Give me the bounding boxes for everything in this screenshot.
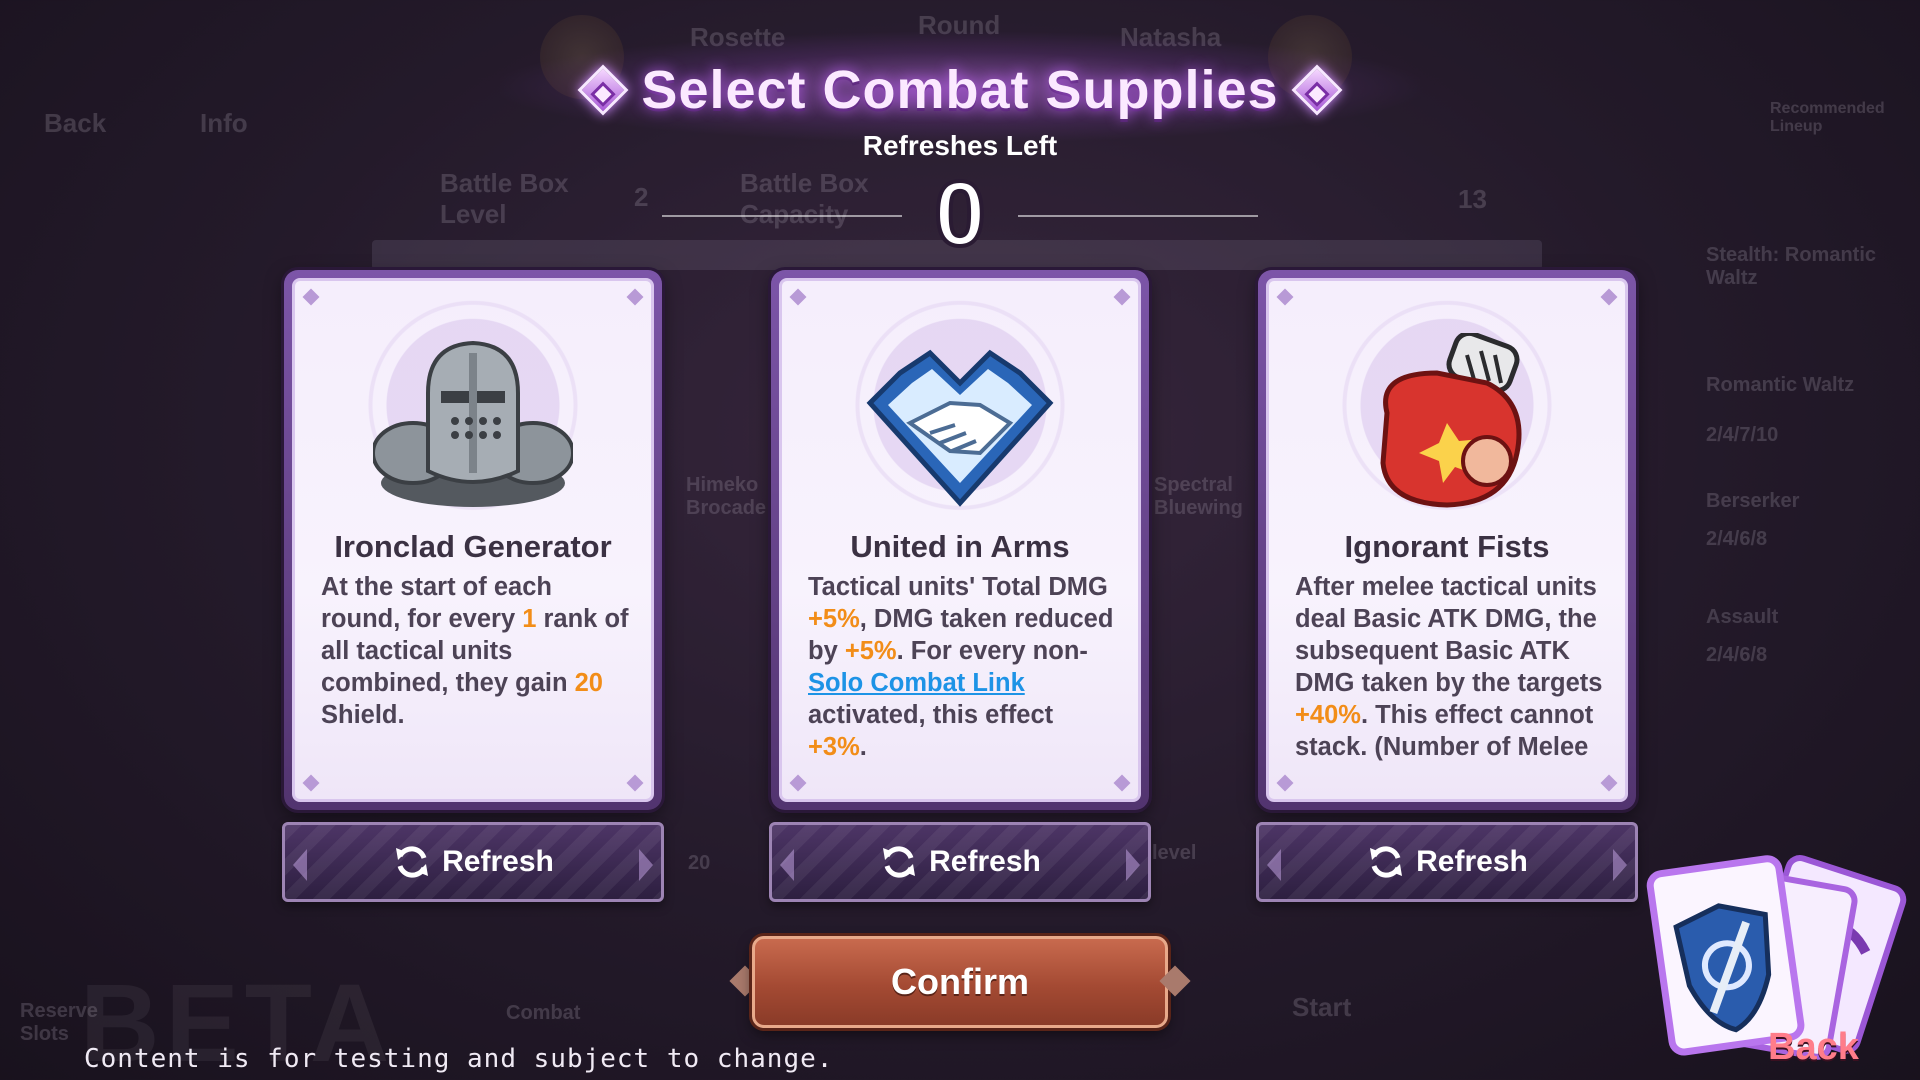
desc-text: At the start of each round, for every [321,573,552,633]
battle-box-capacity-label: Battle Box Capacity [740,168,869,229]
bg-level-label: level [1152,842,1197,864]
desc-highlight: 1 [522,605,537,633]
divider-left [662,215,902,217]
refreshes-left-count: 0 [932,163,987,265]
diamond-ornament-icon [1291,64,1343,116]
refreshes-left-label: Refreshes Left [862,130,1058,161]
refresh-button-card-3[interactable]: Refresh [1256,822,1638,902]
refresh-icon [883,846,916,878]
desc-highlight: 20 [574,669,603,697]
card-face: United in Arms Tactical units' Total DMG… [779,278,1141,802]
bg-right-list-2: 2/4/7/10 [1706,424,1779,446]
confirm-button[interactable]: Confirm [752,936,1168,1028]
bg-right-list-0: Stealth: Romantic Waltz [1706,244,1877,289]
back-button-label[interactable]: Back [1768,1026,1859,1069]
refresh-button-card-1[interactable]: Refresh [282,822,664,902]
corner-ornament [1113,288,1131,306]
corner-ornament [1276,288,1294,306]
arrow-left-ornament [780,849,794,881]
bg-right-list-3: Berserker [1706,490,1800,512]
desc-highlight: +40% [1295,701,1361,729]
bg-unit-left: Himeko Brocade [686,474,767,519]
card-title: United in Arms [850,529,1070,564]
page-title: Select Combat Supplies [641,60,1279,120]
bg-info-label: Info [200,108,248,138]
card-description: Tactical units' Total DMG +5%, DMG taken… [808,571,1118,787]
coin-count: 13 [1458,184,1487,214]
battle-box-level-value: 2 [634,182,649,212]
desc-text: Tactical units' Total DMG [808,573,1108,601]
desc-text: After melee tactical units deal Basic AT… [1295,573,1603,697]
back-button[interactable] [1612,836,1912,1076]
arrow-right-ornament [1126,849,1140,881]
bg-start-label: Start [1292,992,1352,1022]
card-description: At the start of each round, for every 1 … [321,571,631,787]
diamond-ornament-icon [577,64,629,116]
title-bar: Select Combat Supplies [560,50,1360,130]
desc-text: . [859,733,867,761]
corner-ornament [302,774,320,792]
refresh-button-label: Refresh [929,845,1041,878]
desc-text: activated, this effect [808,701,1054,729]
card-face: Ignorant Fists After melee tactical unit… [1266,278,1628,802]
bg-right-list-5: Assault [1706,606,1779,628]
armored-helmet-icon [295,333,651,523]
arrow-right-ornament [639,849,653,881]
bg-back-label: Back [44,108,107,138]
bg-misc-number: 20 [688,852,711,874]
corner-ornament [789,774,807,792]
refresh-button-label: Refresh [1416,845,1528,878]
bg-right-list-4: 2/4/6/8 [1706,528,1768,550]
refresh-icon [1370,846,1403,878]
bg-combat: Combat [506,1002,581,1024]
corner-ornament [302,288,320,306]
desc-text: . For every non- [896,637,1088,665]
corner-ornament [626,288,644,306]
arrow-left-ornament [1267,849,1281,881]
desc-highlight: +5% [808,605,860,633]
bg-right-list-1: Romantic Waltz [1706,374,1855,396]
refresh-icon [396,846,429,878]
card-description: After melee tactical units deal Basic AT… [1295,571,1605,787]
bg-recommend: Recommended Lineup [1770,100,1885,135]
supply-card-united-in-arms[interactable]: United in Arms Tactical units' Total DMG… [771,270,1149,810]
battle-box-level-label: Battle Box Level [440,168,569,229]
desc-text: Shield. [321,701,405,729]
desc-highlight: +5% [844,637,897,665]
supply-card-ironclad-generator[interactable]: Ironclad Generator At the start of each … [284,270,662,810]
divider-right [1018,215,1258,217]
corner-ornament [1600,288,1618,306]
refresh-button-card-2[interactable]: Refresh [769,822,1151,902]
card-title: Ignorant Fists [1344,529,1550,564]
arrow-left-ornament [293,849,307,881]
card-title: Ironclad Generator [334,529,612,564]
handshake-heart-icon [782,333,1138,523]
corner-ornament [789,288,807,306]
testing-disclaimer: Content is for testing and subject to ch… [84,1044,834,1074]
corner-ornament [1276,774,1294,792]
confirm-button-label: Confirm [891,961,1029,1002]
bg-right-list-6: 2/4/6/8 [1706,644,1768,666]
solo-combat-link[interactable]: Solo Combat Link [808,669,1025,697]
supply-card-ignorant-fists[interactable]: Ignorant Fists After melee tactical unit… [1258,270,1636,810]
card-stack-shield-icon [1646,855,1907,1060]
refresh-button-label: Refresh [442,845,554,878]
card-face: Ironclad Generator At the start of each … [292,278,654,802]
bg-unit-right: Spectral Bluewing [1154,474,1243,519]
boxing-glove-icon [1269,333,1625,523]
desc-highlight: +3% [808,733,860,761]
